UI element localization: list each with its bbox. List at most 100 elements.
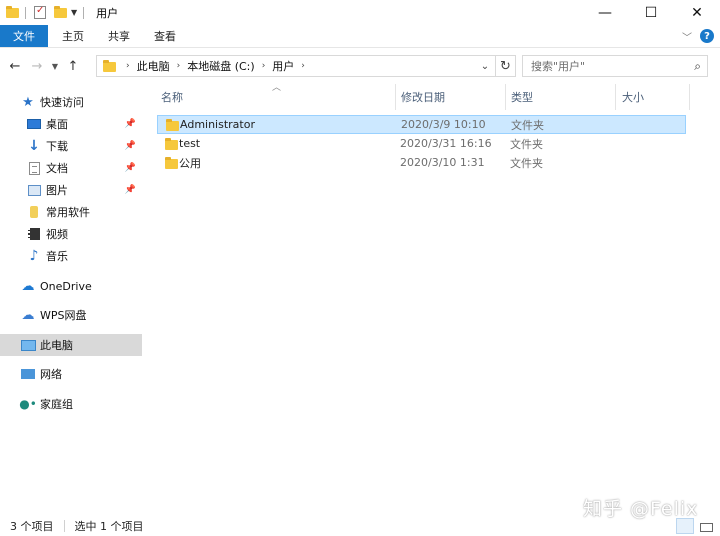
maximize-button[interactable]: ☐	[628, 0, 674, 25]
tab-file[interactable]: 文件	[0, 25, 48, 47]
selection-count: 选中 1 个项目	[74, 520, 144, 533]
sidebar-item-label: 此电脑	[40, 339, 73, 352]
back-arrow-icon[interactable]: ←	[4, 59, 26, 74]
item-count: 3 个项目	[10, 520, 54, 533]
column-header-size[interactable]: 大小	[622, 84, 644, 110]
table-row[interactable]: 公用 2020/3/10 1:31 文件夹	[157, 153, 686, 172]
desktop-icon	[26, 116, 42, 132]
sidebar-item-documents[interactable]: 文档 📌	[0, 157, 142, 179]
status-bar: 3 个项目 选中 1 个项目	[0, 516, 720, 536]
sidebar-item-label: 图片	[46, 184, 68, 197]
column-divider[interactable]	[395, 84, 396, 110]
column-header-name[interactable]: 名称	[161, 84, 183, 110]
details-view-icon[interactable]	[676, 518, 694, 534]
forward-arrow-icon[interactable]: →	[26, 59, 48, 74]
sidebar-item-downloads[interactable]: ↓ 下载 📌	[0, 135, 142, 157]
sidebar-item-desktop[interactable]: 桌面 📌	[0, 113, 142, 135]
tab-home[interactable]: 主页	[48, 25, 96, 47]
large-icons-view-icon[interactable]	[696, 518, 714, 534]
navigation-bar: ← → ▼ ↑ › 此电脑 › 本地磁盘 (C:) › 用户 › ⌄ ↻ 搜索"…	[0, 49, 720, 83]
navigation-pane: ★ 快速访问 桌面 📌 ↓ 下载 📌 文档 📌 图片 📌 常用软件 视频 ♪ 音…	[0, 86, 143, 516]
download-icon: ↓	[28, 138, 40, 154]
pin-icon[interactable]: 📌	[125, 119, 136, 129]
file-name: 公用	[179, 156, 201, 170]
folder-icon	[166, 118, 179, 131]
file-type: 文件夹	[510, 137, 543, 151]
star-icon: ★	[22, 94, 34, 110]
wps-cloud-icon: ☁	[21, 307, 35, 323]
network-icon	[20, 366, 36, 382]
search-input[interactable]: 搜索"用户" ⌕	[522, 55, 708, 77]
sidebar-item-homegroup[interactable]: ●• 家庭组	[0, 393, 142, 415]
sidebar-item-this-pc[interactable]: 此电脑	[0, 334, 142, 356]
file-modified: 2020/3/9 10:10	[401, 118, 486, 131]
minimize-button[interactable]: —	[582, 0, 628, 25]
sidebar-item-label: 音乐	[46, 250, 68, 263]
window-controls: — ☐ ✕	[582, 0, 720, 25]
breadcrumb-this-pc[interactable]: 此电脑	[137, 58, 170, 74]
chevron-right-icon[interactable]: ›	[177, 61, 181, 71]
sidebar-item-pictures[interactable]: 图片 📌	[0, 179, 142, 201]
pin-icon[interactable]: 📌	[125, 185, 136, 195]
recent-locations-icon[interactable]: ▼	[48, 62, 62, 71]
divider	[63, 520, 65, 532]
divider	[25, 6, 26, 19]
file-name: Administrator	[180, 118, 255, 131]
column-divider[interactable]	[615, 84, 616, 110]
sidebar-item-label: OneDrive	[40, 279, 92, 293]
sidebar-item-videos[interactable]: 视频	[0, 223, 142, 245]
sidebar-item-network[interactable]: 网络	[0, 363, 142, 385]
music-icon: ♪	[29, 248, 39, 264]
table-row[interactable]: test 2020/3/31 16:16 文件夹	[157, 134, 686, 153]
divider	[83, 6, 85, 19]
sidebar-item-music[interactable]: ♪ 音乐	[0, 245, 142, 267]
search-placeholder: 搜索"用户"	[531, 60, 586, 73]
column-header-type[interactable]: 类型	[511, 84, 533, 110]
file-type: 文件夹	[511, 118, 544, 132]
table-row[interactable]: Administrator 2020/3/9 10:10 文件夹	[157, 115, 686, 134]
help-icon[interactable]: ?	[700, 29, 714, 43]
breadcrumb-local-disk[interactable]: 本地磁盘 (C:)	[187, 58, 254, 74]
chevron-right-icon[interactable]: ›	[126, 61, 130, 71]
sidebar-item-label: WPS网盘	[40, 309, 87, 322]
folder-icon	[165, 156, 178, 169]
sidebar-item-quick-access[interactable]: ★ 快速访问	[0, 91, 142, 113]
sidebar-item-onedrive[interactable]: ☁ OneDrive	[0, 275, 142, 297]
sidebar-item-label: 视频	[46, 228, 68, 241]
properties-icon[interactable]	[34, 5, 46, 19]
tab-share[interactable]: 共享	[96, 25, 142, 47]
computer-icon	[20, 337, 36, 353]
column-divider[interactable]	[689, 84, 690, 110]
folder-icon	[26, 204, 42, 220]
chevron-right-icon[interactable]: ›	[301, 61, 305, 71]
sidebar-item-label: 常用软件	[46, 206, 90, 219]
sidebar-item-common-software[interactable]: 常用软件	[0, 201, 142, 223]
window-title: 用户	[96, 6, 119, 20]
quick-access-toolbar: ▼	[0, 0, 90, 25]
chevron-right-icon[interactable]: ›	[262, 61, 266, 71]
tab-view[interactable]: 查看	[142, 25, 188, 47]
sidebar-item-label: 家庭组	[40, 398, 73, 411]
pin-icon[interactable]: 📌	[125, 163, 136, 173]
folder-icon	[6, 5, 19, 18]
sidebar-item-wps[interactable]: ☁ WPS网盘	[0, 304, 142, 326]
column-header-modified[interactable]: 修改日期	[401, 84, 445, 110]
customize-toolbar-icon[interactable]: ▼	[71, 8, 77, 17]
refresh-icon[interactable]: ↻	[495, 56, 515, 76]
pin-icon[interactable]: 📌	[125, 141, 136, 151]
chevron-down-icon[interactable]: ﹀	[682, 29, 692, 44]
sidebar-item-label: 快速访问	[40, 96, 84, 109]
column-divider[interactable]	[505, 84, 506, 110]
breadcrumb-users[interactable]: 用户	[272, 58, 294, 74]
new-folder-icon[interactable]	[54, 5, 67, 18]
address-bar[interactable]: › 此电脑 › 本地磁盘 (C:) › 用户 › ⌄ ↻	[96, 55, 516, 77]
file-type: 文件夹	[510, 156, 543, 170]
search-icon[interactable]: ⌕	[694, 59, 701, 74]
cloud-icon: ☁	[21, 278, 35, 294]
folder-icon	[165, 137, 178, 150]
up-arrow-icon[interactable]: ↑	[62, 59, 84, 74]
address-dropdown-icon[interactable]: ⌄	[475, 56, 495, 76]
sidebar-item-label: 网络	[40, 368, 62, 381]
folder-icon	[103, 60, 116, 72]
close-button[interactable]: ✕	[674, 0, 720, 25]
